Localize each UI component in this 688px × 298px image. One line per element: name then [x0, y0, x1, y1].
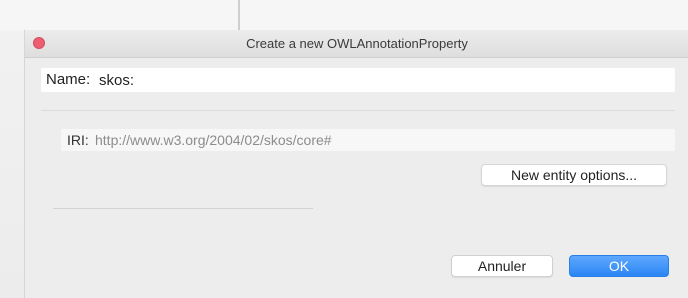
name-label: Name:	[46, 71, 91, 88]
new-entity-options-button[interactable]: New entity options...	[481, 164, 667, 186]
window-divider	[238, 0, 240, 30]
dialog-title: Create a new OWLAnnotationProperty	[246, 36, 468, 51]
cancel-button[interactable]: Annuler	[451, 255, 553, 277]
screen: Create a new OWLAnnotationProperty Name:…	[0, 0, 688, 298]
divider	[41, 110, 675, 111]
dialog-titlebar: Create a new OWLAnnotationProperty	[25, 30, 688, 58]
name-input[interactable]	[97, 68, 667, 92]
iri-label: IRI:	[67, 132, 89, 148]
create-annotation-property-dialog: Create a new OWLAnnotationProperty Name:…	[24, 30, 688, 298]
background-window	[0, 0, 688, 30]
divider	[53, 208, 313, 209]
name-field-row: Name:	[41, 68, 675, 92]
iri-field-row: IRI:	[61, 129, 675, 151]
ok-button[interactable]: OK	[569, 255, 669, 277]
iri-input[interactable]	[93, 129, 663, 151]
